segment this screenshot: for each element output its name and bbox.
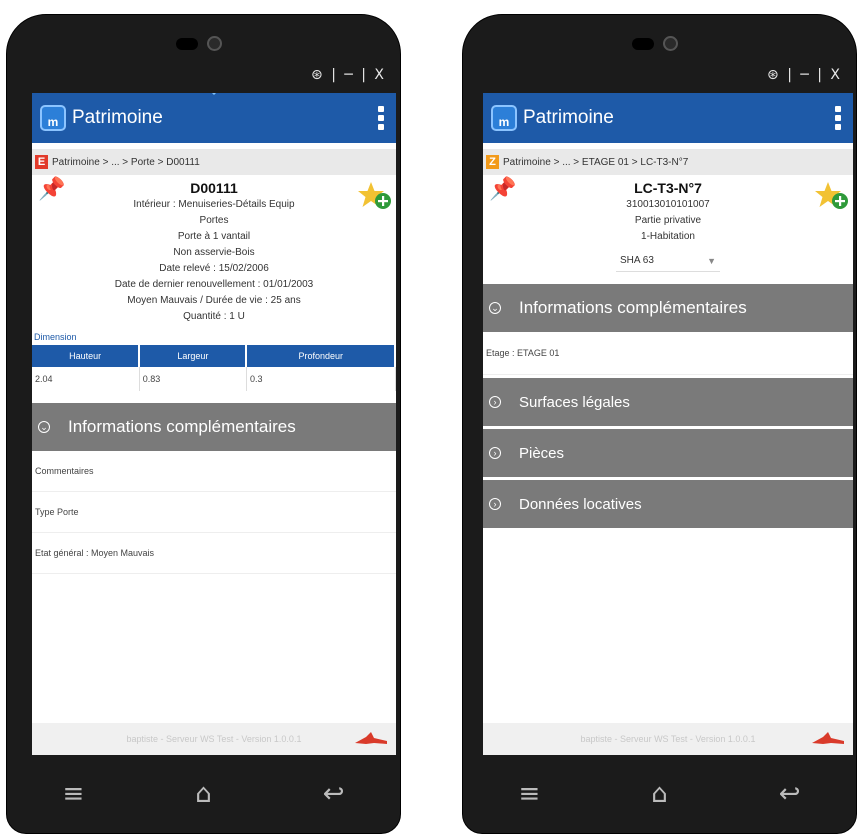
back-icon[interactable]: ↩ bbox=[323, 779, 345, 809]
breadcrumb-badge-icon: Z bbox=[486, 155, 499, 169]
dropdown-notch-icon[interactable] bbox=[206, 93, 222, 95]
chevron-right-icon: › bbox=[489, 447, 501, 459]
table-cell: 0.83 bbox=[139, 367, 247, 391]
back-icon[interactable]: ↩ bbox=[779, 779, 801, 809]
window-controls[interactable]: ⊛ | ─ | X bbox=[311, 67, 386, 83]
camera bbox=[175, 34, 232, 54]
column-header: Profondeur bbox=[246, 345, 396, 367]
section-pieces[interactable]: › Pièces bbox=[483, 429, 853, 477]
section-title: Informations complémentaires bbox=[68, 417, 296, 436]
item-title: D00111 bbox=[190, 180, 238, 196]
detail-line: Intérieur : Menuiseries-Détails Equip bbox=[133, 199, 295, 210]
footer: baptiste - Serveur WS Test - Version 1.0… bbox=[483, 723, 853, 755]
table-cell: 2.04 bbox=[32, 367, 140, 391]
breadcrumb-text[interactable]: Patrimoine > ... > ETAGE 01 > LC-T3-N°7 bbox=[503, 157, 688, 168]
camera bbox=[631, 34, 688, 54]
section-title: Données locatives bbox=[519, 495, 642, 513]
column-header: Largeur bbox=[139, 345, 248, 367]
chevron-down-icon: ▼ bbox=[707, 256, 716, 266]
app-title: Patrimoine bbox=[72, 107, 163, 128]
detail-line: Moyen Mauvais / Durée de vie : 25 ans bbox=[127, 295, 301, 306]
detail-line: Non asservie-Bois bbox=[173, 247, 255, 258]
pin-icon[interactable]: 📌 bbox=[38, 178, 65, 200]
footer: baptiste - Serveur WS Test - Version 1.0… bbox=[32, 723, 396, 755]
chevron-down-icon: ⌄ bbox=[489, 302, 501, 314]
section-title: Informations complémentaires bbox=[519, 298, 747, 317]
footer-text: baptiste - Serveur WS Test - Version 1.0… bbox=[126, 734, 302, 744]
item-title: LC-T3-N°7 bbox=[634, 180, 702, 196]
field-row[interactable]: Etage : ETAGE 01 bbox=[483, 332, 853, 375]
home-icon[interactable]: ⌂ bbox=[195, 779, 212, 809]
app-bar: m Patrimoine bbox=[32, 93, 396, 143]
brand-logo-icon bbox=[812, 732, 844, 744]
app-logo-icon: m bbox=[491, 105, 517, 131]
breadcrumb-badge-icon: E bbox=[35, 155, 48, 169]
section-title: Pièces bbox=[519, 444, 565, 462]
right-screen: m Patrimoine Z Patrimoine > ... > ETAGE … bbox=[483, 93, 853, 755]
section-title: Surfaces légales bbox=[519, 393, 630, 411]
window-controls[interactable]: ⊛ | ─ | X bbox=[767, 67, 842, 83]
dimension-table: Hauteur Largeur Profondeur 2.04 0.83 0.3 bbox=[32, 345, 396, 391]
item-header: 📌 D00111 Intérieur : Menuiseries-Détails… bbox=[32, 175, 396, 345]
section-surfaces-legales[interactable]: › Surfaces légales bbox=[483, 378, 853, 426]
table-row: 2.04 0.83 0.3 bbox=[32, 367, 396, 391]
menu-icon[interactable]: ≡ bbox=[62, 779, 84, 809]
item-header: 📌 LC-T3-N°7 310013010101007 Partie priva… bbox=[483, 175, 853, 272]
breadcrumb-text[interactable]: Patrimoine > ... > Porte > D00111 bbox=[52, 157, 200, 168]
chevron-down-icon: ⌄ bbox=[38, 421, 50, 433]
table-cell: 0.3 bbox=[246, 367, 396, 391]
system-navbar: ≡ ⌂ ↩ bbox=[7, 755, 400, 833]
detail-line: Partie privative bbox=[634, 215, 702, 226]
field-row[interactable]: Type Porte bbox=[32, 492, 396, 533]
field-row[interactable]: Commentaires bbox=[32, 451, 396, 492]
field-row[interactable]: Etat général : Moyen Mauvais bbox=[32, 533, 396, 574]
menu-icon[interactable]: ≡ bbox=[518, 779, 540, 809]
detail-line: Date de dernier renouvellement : 01/01/2… bbox=[114, 279, 314, 290]
breadcrumb[interactable]: Z Patrimoine > ... > ETAGE 01 > LC-T3-N°… bbox=[483, 149, 853, 175]
app-title: Patrimoine bbox=[523, 107, 614, 128]
section-informations-complementaires[interactable]: ⌄ Informations complémentaires bbox=[483, 284, 853, 332]
surface-select[interactable]: SHA 63 ▼ bbox=[616, 251, 720, 272]
brand-logo-icon bbox=[355, 732, 387, 744]
app-logo-icon: m bbox=[40, 105, 66, 131]
system-navbar: ≡ ⌂ ↩ bbox=[463, 755, 856, 833]
left-phone: ⊛ | ─ | X m Patrimoine E Patrimoine > ..… bbox=[6, 14, 401, 834]
pin-icon[interactable]: 📌 bbox=[489, 178, 516, 200]
detail-line: Porte à 1 vantail bbox=[177, 231, 251, 242]
chevron-right-icon: › bbox=[489, 396, 501, 408]
section-donnees-locatives[interactable]: › Données locatives bbox=[483, 480, 853, 528]
detail-line: 310013010101007 bbox=[626, 199, 710, 210]
detail-line: Quantité : 1 U bbox=[183, 311, 245, 322]
breadcrumb[interactable]: E Patrimoine > ... > Porte > D00111 bbox=[32, 149, 396, 175]
detail-line: Portes bbox=[199, 215, 229, 226]
app-bar: m Patrimoine bbox=[483, 93, 853, 143]
overflow-menu-icon[interactable] bbox=[835, 106, 841, 130]
column-header: Hauteur bbox=[32, 345, 141, 367]
home-icon[interactable]: ⌂ bbox=[651, 779, 668, 809]
add-favorite-star-icon[interactable] bbox=[358, 181, 392, 211]
left-screen: m Patrimoine E Patrimoine > ... > Porte … bbox=[32, 93, 396, 755]
add-favorite-star-icon[interactable] bbox=[815, 181, 849, 211]
chevron-right-icon: › bbox=[489, 498, 501, 510]
select-value: SHA 63 bbox=[620, 255, 654, 266]
dimension-label: Dimension bbox=[34, 332, 77, 342]
detail-line: Date relevé : 15/02/2006 bbox=[159, 263, 269, 274]
footer-text: baptiste - Serveur WS Test - Version 1.0… bbox=[580, 734, 756, 744]
right-phone: ⊛ | ─ | X m Patrimoine Z Patrimoine > ..… bbox=[462, 14, 857, 834]
overflow-menu-icon[interactable] bbox=[378, 106, 384, 130]
section-informations-complementaires[interactable]: ⌄ Informations complémentaires bbox=[32, 403, 396, 451]
detail-line: 1-Habitation bbox=[641, 231, 695, 242]
